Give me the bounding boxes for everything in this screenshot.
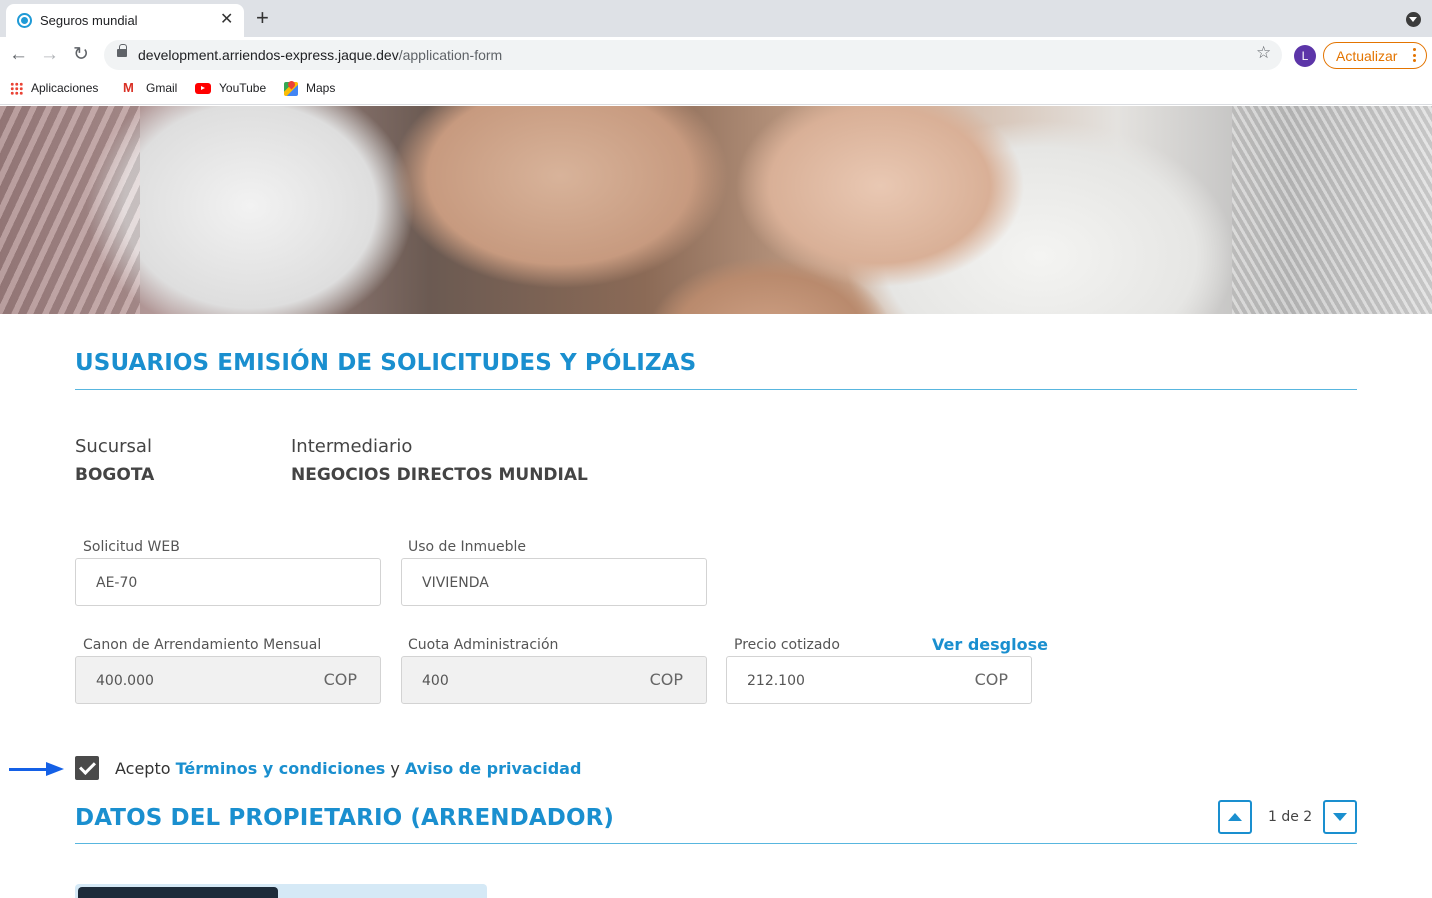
section-title-usuarios: USUARIOS EMISIÓN DE SOLICITUDES Y PÓLIZA… (75, 350, 697, 376)
bookmark-label: YouTube (219, 81, 267, 95)
owner-tab-active[interactable] (78, 887, 278, 898)
apps-icon (10, 82, 23, 96)
terms-link[interactable]: Términos y condiciones (176, 759, 386, 778)
reload-icon[interactable]: ↻ (73, 43, 89, 67)
tab-search-icon[interactable] (1406, 12, 1421, 27)
solicitud-web-field[interactable]: AE-70 (75, 558, 381, 606)
ver-desglose-link[interactable]: Ver desglose (932, 635, 1048, 654)
tab-title: Seguros mundial (40, 13, 138, 28)
close-tab-icon[interactable]: ✕ (220, 10, 233, 30)
solicitud-web-value: AE-70 (96, 575, 138, 591)
bookmark-gmail[interactable]: Gmail (123, 80, 178, 95)
intermediary-value: NEGOCIOS DIRECTOS MUNDIAL (291, 465, 588, 485)
cuota-label: Cuota Administración (408, 637, 559, 653)
site-favicon-icon (17, 13, 32, 28)
previous-owner-button[interactable] (1218, 800, 1252, 834)
bookmark-label: Gmail (146, 81, 178, 95)
url-text[interactable]: development.arriendos-express.jaque.dev/… (138, 47, 502, 63)
cuota-field[interactable]: 400 COP (401, 656, 707, 704)
url-host: development.arriendos-express.jaque.dev (138, 47, 399, 63)
canon-label: Canon de Arrendamiento Mensual (83, 637, 322, 653)
owner-tabs (75, 884, 487, 898)
precio-value: 212.100 (747, 673, 805, 689)
canon-field[interactable]: 400.000 COP (75, 656, 381, 704)
canon-unit: COP (323, 670, 357, 689)
next-owner-button[interactable] (1323, 800, 1357, 834)
section-divider (75, 389, 1357, 390)
uso-inmueble-value: VIVIENDA (422, 575, 489, 591)
browser-toolbar: ← → ↻ development.arriendos-express.jaqu… (0, 37, 1432, 73)
more-menu-icon[interactable] (1413, 48, 1417, 64)
hero-family-photo (0, 106, 1432, 314)
section-divider (75, 843, 1357, 844)
hero-rug-texture (1232, 106, 1432, 314)
bookmark-maps[interactable]: Maps (284, 81, 335, 96)
canon-value: 400.000 (96, 673, 154, 689)
uso-inmueble-field[interactable]: VIVIENDA (401, 558, 707, 606)
gmail-icon (123, 80, 138, 95)
youtube-icon (195, 83, 211, 95)
browser-tab[interactable]: Seguros mundial ✕ (6, 4, 244, 37)
precio-unit: COP (974, 670, 1008, 689)
section-title-propietario: DATOS DEL PROPIETARIO (ARRENDADOR) (75, 805, 615, 831)
accept-connector: y (390, 759, 400, 778)
bookmark-label: Maps (306, 81, 336, 95)
update-button-label: Actualizar (1336, 48, 1398, 64)
hero-blanket-texture (0, 106, 140, 314)
intermediary-label: Intermediario (291, 436, 413, 457)
forward-icon[interactable]: → (40, 43, 59, 67)
chevron-up-icon (1228, 813, 1242, 821)
branch-label: Sucursal (75, 436, 152, 457)
maps-icon (284, 81, 298, 96)
accept-terms-text: Acepto Términos y condiciones y Aviso de… (115, 759, 581, 778)
annotation-arrow (9, 768, 49, 771)
cuota-value: 400 (422, 673, 449, 689)
bookmarks-bar: Aplicaciones Gmail YouTube Maps (0, 73, 1432, 105)
pager-indicator: 1 de 2 (1268, 809, 1313, 825)
url-path: /application-form (398, 47, 503, 63)
annotation-arrow-head (46, 762, 64, 776)
bookmark-apps[interactable]: Aplicaciones (10, 81, 99, 96)
lock-icon[interactable] (117, 44, 127, 57)
new-tab-icon[interactable]: + (256, 6, 269, 30)
uso-inmueble-label: Uso de Inmueble (408, 539, 527, 555)
update-button[interactable]: Actualizar (1323, 42, 1427, 69)
precio-label: Precio cotizado (734, 637, 840, 653)
solicitud-web-label: Solicitud WEB (83, 539, 180, 555)
branch-value: BOGOTA (75, 465, 155, 485)
bookmark-youtube[interactable]: YouTube (195, 81, 266, 95)
accept-prefix: Acepto (115, 759, 171, 778)
bookmark-label: Aplicaciones (31, 81, 99, 95)
precio-field[interactable]: 212.100 COP (726, 656, 1032, 704)
address-bar[interactable]: development.arriendos-express.jaque.dev/… (104, 40, 1282, 70)
bookmark-star-icon[interactable]: ☆ (1256, 43, 1271, 63)
back-icon[interactable]: ← (9, 43, 28, 67)
cuota-unit: COP (649, 670, 683, 689)
accept-terms-checkbox[interactable] (75, 756, 99, 780)
browser-tab-bar: Seguros mundial ✕ + (0, 0, 1432, 37)
profile-avatar[interactable]: L (1294, 45, 1316, 67)
chevron-down-icon (1333, 813, 1347, 821)
privacy-link[interactable]: Aviso de privacidad (405, 759, 581, 778)
